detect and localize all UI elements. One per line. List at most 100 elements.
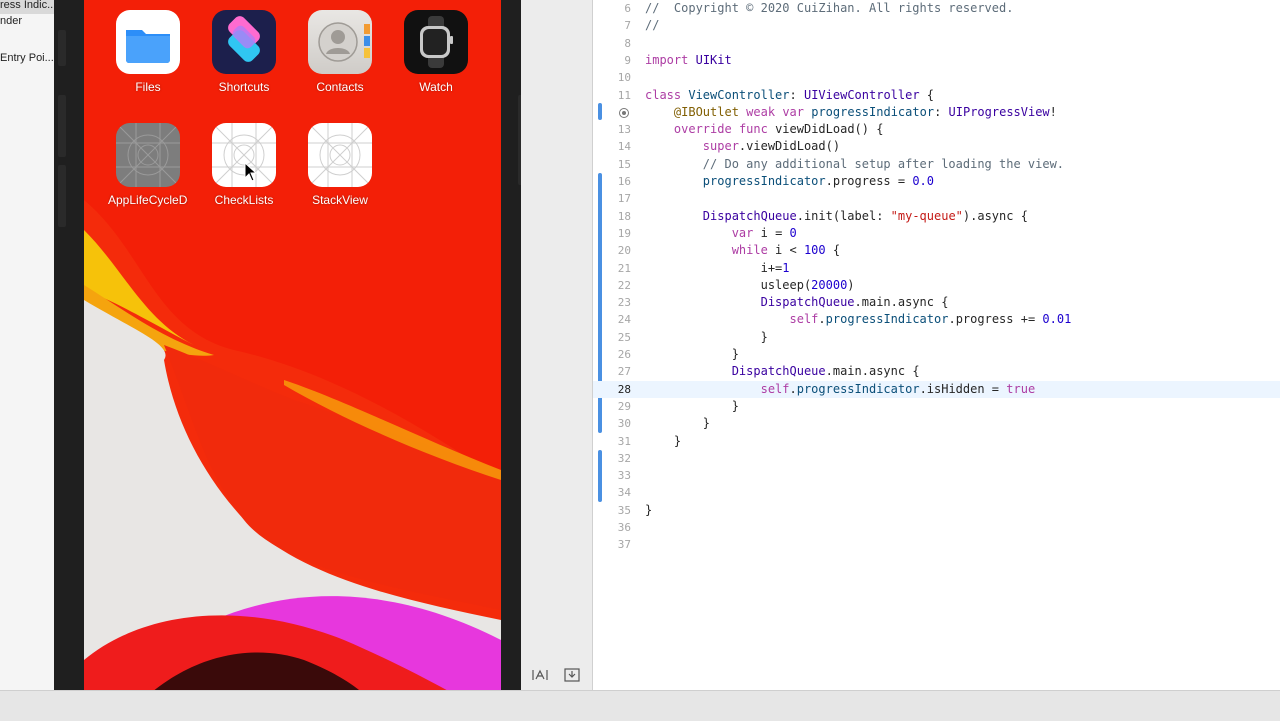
app-files[interactable]: Files <box>108 10 188 94</box>
code-line[interactable]: 31 } <box>593 433 1280 450</box>
line-number: 16 <box>617 175 631 188</box>
code-line[interactable]: 20 while i < 100 { <box>593 242 1280 259</box>
code-line[interactable]: 21 i+=1 <box>593 260 1280 277</box>
code-line[interactable]: 13 override func viewDidLoad() { <box>593 121 1280 138</box>
line-number: 6 <box>624 2 631 15</box>
code-line[interactable]: 10 <box>593 69 1280 86</box>
code-line[interactable]: 37 <box>593 536 1280 553</box>
app-label: StackView <box>312 193 368 207</box>
code-text: } <box>645 416 711 431</box>
code-line[interactable]: 35} <box>593 502 1280 519</box>
simulator-home-screen[interactable]: Files Shortcuts Contacts Watch AppLifeCy… <box>84 0 501 720</box>
app-contacts[interactable]: Contacts <box>300 10 380 94</box>
code-line[interactable]: 24 self.progressIndicator.progress += 0.… <box>593 311 1280 328</box>
line-number: 36 <box>617 521 631 534</box>
code-text: // Copyright © 2020 CuiZihan. All rights… <box>645 1 1014 15</box>
code-line[interactable]: 17 <box>593 190 1280 207</box>
code-line[interactable]: 33 <box>593 467 1280 484</box>
code-line[interactable]: 14 super.viewDidLoad() <box>593 138 1280 155</box>
app-stackview[interactable]: StackView <box>300 123 380 207</box>
outlet-connection-icon[interactable] <box>619 107 629 118</box>
code-text: // Do any additional setup after loading… <box>645 156 1065 171</box>
code-line[interactable]: 8 <box>593 35 1280 52</box>
code-line[interactable]: 30 } <box>593 415 1280 432</box>
mute-switch[interactable] <box>58 30 66 66</box>
code-text: super.viewDidLoad() <box>702 139 841 154</box>
code-text: } <box>645 329 768 344</box>
watch-icon <box>404 10 468 74</box>
line-number: 34 <box>617 486 631 500</box>
line-number: 21 <box>617 261 631 275</box>
code-line[interactable]: 9 import UIKit <box>593 52 1280 69</box>
code-line[interactable]: 29 } <box>593 398 1280 415</box>
code-line[interactable]: 23 DispatchQueue.main.async { <box>593 294 1280 311</box>
code-text: DispatchQueue.main.async { <box>731 364 920 379</box>
code-text: DispatchQueue.main.async { <box>760 295 949 310</box>
code-line[interactable]: 18 DispatchQueue.init(label: "my-queue")… <box>593 208 1280 225</box>
code-text: usleep(20000) <box>645 277 855 292</box>
line-number: 14 <box>617 140 631 154</box>
code-line[interactable]: 34 <box>593 484 1280 501</box>
line-number: 20 <box>617 244 631 258</box>
code-line[interactable]: 11 class ViewController: UIViewController… <box>593 87 1280 104</box>
line-number: 24 <box>617 313 631 327</box>
code-line[interactable]: 19 var i = 0 <box>593 225 1280 242</box>
align-icon[interactable] <box>531 668 549 684</box>
line-number: 7 <box>624 19 631 33</box>
volume-down-button[interactable] <box>58 165 66 227</box>
app-shortcuts[interactable]: Shortcuts <box>204 10 284 94</box>
app-applifecycledemo[interactable]: AppLifeCycleDe... <box>108 123 188 207</box>
shortcuts-icon <box>212 10 276 74</box>
line-number: 29 <box>617 399 631 413</box>
line-number: 22 <box>617 278 631 292</box>
code-text: } <box>645 398 739 413</box>
code-text: override func viewDidLoad() { <box>673 122 884 137</box>
app-label: CheckLists <box>214 193 274 207</box>
code-line[interactable]: 26 } <box>593 346 1280 363</box>
line-number: 28 <box>617 382 631 396</box>
app-label: Watch <box>419 80 453 94</box>
line-number: 33 <box>617 469 631 483</box>
placeholder-app-icon <box>116 123 180 187</box>
line-number: 10 <box>617 71 631 85</box>
code-text: self.progressIndicator.isHidden = true <box>760 381 1036 396</box>
line-number: 17 <box>617 192 631 206</box>
code-line[interactable]: 27 DispatchQueue.main.async { <box>593 363 1280 380</box>
line-number: 25 <box>617 330 631 344</box>
code-text: while i < 100 { <box>731 243 841 258</box>
line-number: 27 <box>617 365 631 379</box>
code-line[interactable]: 15 // Do any additional setup after load… <box>593 156 1280 173</box>
code-line[interactable]: 28 self.progressIndicator.isHidden = tru… <box>593 380 1280 398</box>
code-line[interactable]: 16 progressIndicator.progress = 0.0 <box>593 173 1280 190</box>
code-line[interactable]: 32 <box>593 450 1280 467</box>
code-line[interactable]: 7 // <box>593 17 1280 34</box>
volume-up-button[interactable] <box>58 95 66 157</box>
code-text: DispatchQueue.init(label: "my-queue").as… <box>702 208 1028 223</box>
code-text: } <box>645 433 682 448</box>
code-line[interactable]: @IBOutlet weak var progressIndicator: UI… <box>593 104 1280 121</box>
line-number: 35 <box>617 503 631 517</box>
code-line[interactable]: 25 } <box>593 329 1280 346</box>
code-line[interactable]: 6 // Copyright © 2020 CuiZihan. All right… <box>593 0 1280 17</box>
mouse-cursor-icon <box>244 162 258 182</box>
embed-in-icon[interactable] <box>563 668 581 684</box>
wallpaper <box>84 0 501 720</box>
line-number: 37 <box>617 538 631 552</box>
code-line[interactable]: 22 usleep(20000) <box>593 277 1280 294</box>
app-label: Shortcuts <box>218 80 270 94</box>
line-number: 9 <box>624 53 631 67</box>
line-number: 19 <box>617 226 631 240</box>
files-folder-icon <box>116 10 180 74</box>
code-text: self.progressIndicator.progress += 0.01 <box>789 312 1072 327</box>
code-text: import UIKit <box>645 52 732 67</box>
code-text: progressIndicator.progress = 0.0 <box>702 174 935 188</box>
placeholder-app-icon <box>308 123 372 187</box>
code-line[interactable]: 36 <box>593 519 1280 536</box>
line-number: 23 <box>617 296 631 310</box>
line-number: 31 <box>617 434 631 448</box>
code-text: class ViewController: UIViewController { <box>645 87 935 102</box>
line-number: 32 <box>617 451 631 465</box>
source-editor[interactable]: 6 // Copyright © 2020 CuiZihan. All right… <box>593 0 1280 690</box>
app-watch[interactable]: Watch <box>396 10 476 94</box>
code-text: i+=1 <box>645 260 790 275</box>
